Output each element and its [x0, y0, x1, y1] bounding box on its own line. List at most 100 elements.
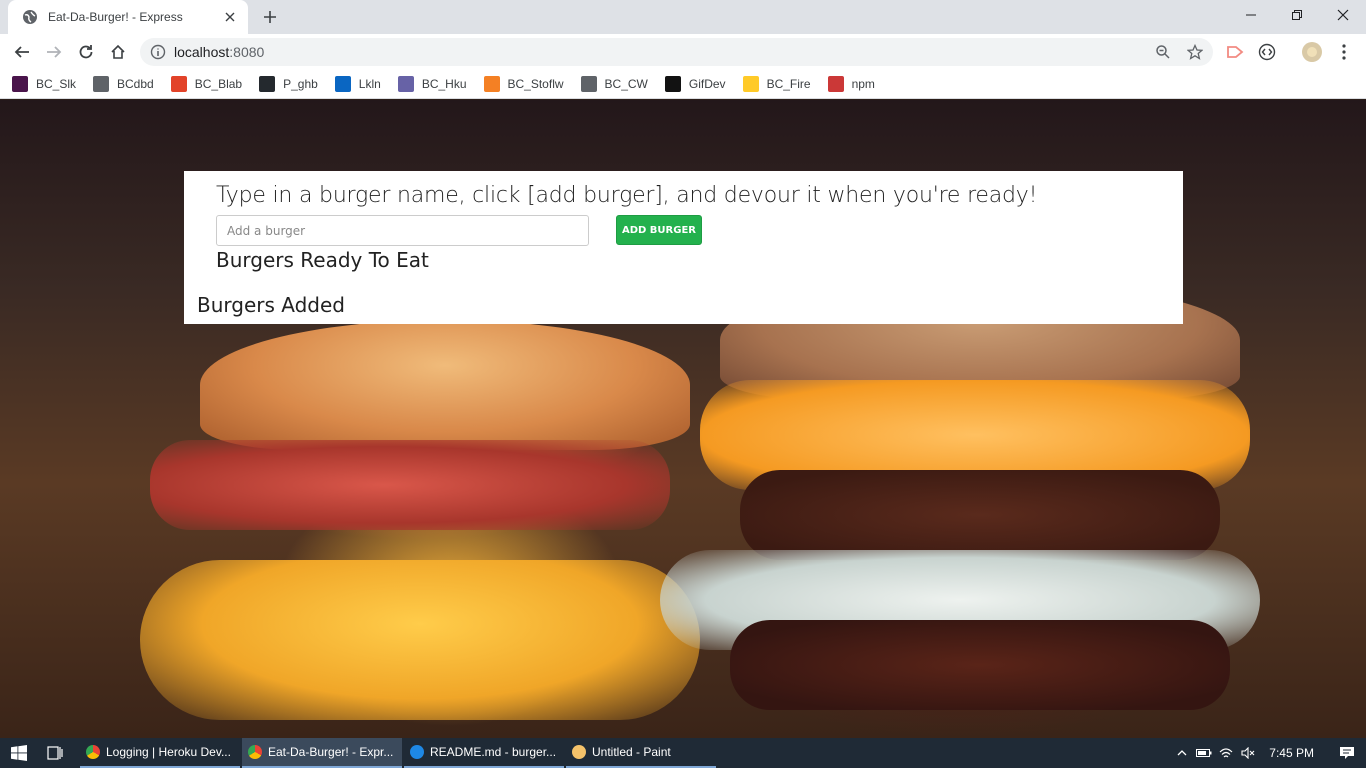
chrome-icon — [86, 745, 100, 759]
npm-icon — [827, 76, 844, 92]
minimize-icon — [1246, 14, 1256, 16]
restore-icon — [1292, 10, 1302, 20]
new-tab-button[interactable] — [256, 5, 284, 29]
stackoverflow-icon — [483, 76, 500, 92]
bookmark-label: BC_CW — [604, 77, 648, 91]
burger-background-image — [150, 440, 670, 530]
instruction-text: Type in a burger name, click [add burger… — [216, 183, 1038, 208]
extension-code-icon[interactable] — [1257, 42, 1277, 62]
url-text: localhost:8080 — [174, 44, 265, 60]
arrow-right-icon — [47, 46, 62, 58]
burger-form-card: Type in a burger name, click [add burger… — [184, 171, 1183, 324]
burgers-ready-heading: Burgers Ready To Eat — [216, 248, 429, 272]
taskbar-app-label: Logging | Heroku Dev... — [106, 745, 231, 759]
gitlab-icon — [170, 76, 187, 92]
globe-icon — [23, 10, 37, 24]
task-view-button[interactable] — [38, 738, 72, 768]
taskbar-app-3[interactable]: Untitled - Paint — [566, 738, 716, 768]
chevron-up-icon[interactable] — [1171, 738, 1193, 768]
bookmark-label: Lkln — [358, 77, 381, 91]
start-button[interactable] — [0, 738, 38, 768]
notification-icon[interactable] — [1328, 738, 1366, 768]
bookmark-label: BC_Stoflw — [507, 77, 564, 91]
bookmark-label: BC_Fire — [766, 77, 811, 91]
add-burger-button[interactable]: ADD BURGER — [616, 215, 702, 245]
bookmark-label: BC_Hku — [421, 77, 467, 91]
burgers-added-heading: Burgers Added — [197, 293, 345, 317]
bookmark-bc-hku[interactable]: BC_Hku — [397, 76, 467, 92]
globe-icon — [93, 76, 110, 92]
taskbar-app-label: Eat-Da-Burger! - Expr... — [268, 745, 394, 759]
burger-name-input[interactable] — [216, 215, 589, 246]
arrow-left-icon — [14, 46, 29, 58]
tab-title: Eat-Da-Burger! - Express — [48, 10, 183, 24]
burger-background-image — [200, 320, 690, 450]
bookmark-bc-stoflw[interactable]: BC_Stoflw — [483, 76, 564, 92]
burger-background-image — [740, 470, 1220, 560]
wifi-icon[interactable] — [1215, 738, 1237, 768]
bookmark-bcdbd[interactable]: BCdbd — [93, 76, 154, 92]
home-icon — [111, 44, 125, 59]
taskbar-app-1[interactable]: Eat-Da-Burger! - Expr... — [242, 738, 402, 768]
volume-muted-icon[interactable] — [1237, 738, 1259, 768]
bookmark-bc-slk[interactable]: BC_Slk — [12, 76, 76, 92]
heroku-icon — [397, 76, 414, 92]
bookmark-label: BC_Slk — [36, 77, 77, 91]
close-tab-icon[interactable] — [222, 9, 238, 25]
bookmark-bc-blab[interactable]: BC_Blab — [170, 76, 243, 92]
close-window-button[interactable] — [1320, 0, 1366, 30]
bookmark-label: npm — [851, 77, 875, 91]
taskbar-app-label: Untitled - Paint — [592, 745, 671, 759]
bookmark-p-ghb[interactable]: P_ghb — [259, 76, 318, 92]
taskbar-app-label: README.md - burger... — [430, 745, 557, 759]
bookmark-lkln[interactable]: Lkln — [334, 76, 381, 92]
home-button[interactable] — [104, 38, 132, 66]
page-content: Type in a burger name, click [add burger… — [0, 100, 1366, 738]
bookmark-label: BC_Blab — [194, 77, 243, 91]
extension-cast-icon[interactable] — [1225, 42, 1245, 62]
vscode-icon — [410, 745, 424, 759]
minimize-button[interactable] — [1228, 0, 1274, 30]
chrome-icon — [248, 745, 262, 759]
close-icon — [1337, 9, 1349, 21]
address-bar[interactable]: localhost:8080 — [140, 38, 1213, 66]
bookmarks-bar: BC_Slk BCdbd BC_Blab P_ghb Lkln BC_Hku BC_Stof… — [0, 70, 1366, 99]
bookmark-label: P_ghb — [283, 77, 318, 91]
taskbar-app-0[interactable]: Logging | Heroku Dev... — [80, 738, 240, 768]
burger-background-image — [730, 620, 1230, 710]
bookmark-bc-fire[interactable]: BC_Fire — [742, 76, 811, 92]
windows-taskbar: Logging | Heroku Dev... Eat-Da-Burger! - … — [0, 738, 1366, 768]
system-tray: 7:45 PM — [1171, 738, 1366, 768]
linkedin-icon — [334, 76, 351, 92]
reload-button[interactable] — [72, 38, 100, 66]
browser-toolbar: localhost:8080 — [0, 34, 1366, 70]
reload-icon — [79, 45, 93, 59]
bookmark-star-icon[interactable] — [1187, 44, 1203, 60]
profile-avatar[interactable] — [1302, 42, 1322, 62]
taskbar-clock[interactable]: 7:45 PM — [1269, 746, 1314, 760]
bookmark-label: BCdbd — [117, 77, 154, 91]
back-button[interactable] — [8, 38, 36, 66]
bookmark-label: GifDev — [688, 77, 726, 91]
tab-eat-da-burger[interactable]: Eat-Da-Burger! - Express — [8, 0, 248, 34]
github-icon — [259, 76, 276, 92]
menu-kebab-icon[interactable] — [1334, 42, 1354, 62]
task-view-icon — [47, 746, 63, 760]
burger-background-image — [140, 560, 700, 720]
forward-button[interactable] — [40, 38, 68, 66]
tab-strip: Eat-Da-Burger! - Express — [0, 0, 1366, 34]
windows-logo-icon — [11, 745, 27, 761]
paint-icon — [572, 745, 586, 759]
plus-icon — [264, 11, 276, 23]
battery-icon[interactable] — [1193, 738, 1215, 768]
bookmark-gifdev[interactable]: GifDev — [664, 76, 726, 92]
zoom-icon[interactable] — [1155, 44, 1171, 60]
bookmark-npm[interactable]: npm — [827, 76, 875, 92]
taskbar-app-2[interactable]: README.md - burger... — [404, 738, 564, 768]
restore-button[interactable] — [1274, 0, 1320, 30]
bookmark-bc-cw[interactable]: BC_CW — [580, 76, 648, 92]
globe-icon — [580, 76, 597, 92]
giphy-icon — [664, 76, 681, 92]
firebase-icon — [742, 76, 759, 92]
info-icon[interactable] — [150, 44, 166, 60]
